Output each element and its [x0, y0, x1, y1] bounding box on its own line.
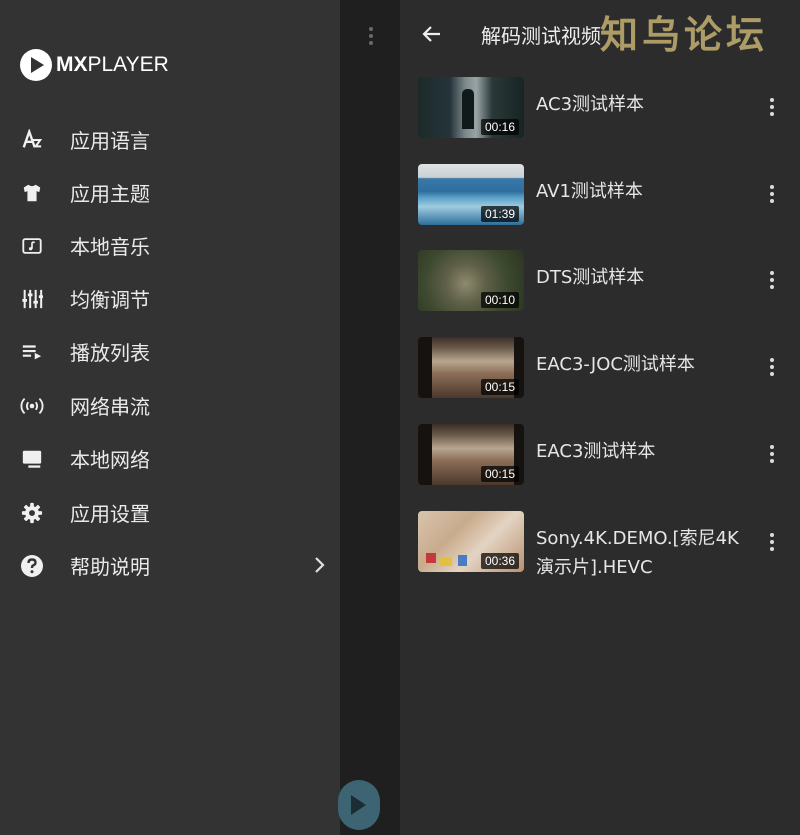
broadcast-icon: [20, 394, 44, 418]
menu-item-label: 本地网络: [70, 448, 150, 472]
menu-item-playlist[interactable]: 播放列表: [0, 325, 340, 378]
menu-item-label: 应用语言: [70, 129, 150, 153]
more-options-icon[interactable]: [769, 98, 775, 116]
video-duration: 00:16: [480, 119, 519, 135]
equalizer-icon: [20, 287, 44, 311]
video-title: Sony.4K.DEMO.[索尼4K演示片].HEVC: [536, 528, 739, 578]
video-thumbnail: 00:15: [418, 337, 524, 398]
background-app-edge: [340, 0, 400, 835]
video-title: EAC3-JOC测试样本: [536, 354, 695, 375]
more-options-icon[interactable]: [769, 533, 775, 551]
menu-item-label: 本地音乐: [70, 235, 150, 259]
page-title: 解码测试视频: [481, 24, 601, 48]
menu-item-label: 应用主题: [70, 182, 150, 206]
video-item[interactable]: 00:15 EAC3-JOC测试样本: [418, 337, 800, 401]
video-item[interactable]: 00:10 DTS测试样本: [418, 250, 800, 314]
video-thumbnail: 00:16: [418, 77, 524, 138]
play-logo-icon: [20, 49, 52, 81]
menu-item-label: 播放列表: [70, 341, 150, 365]
gear-icon: [20, 501, 44, 525]
menu-item-equalizer[interactable]: 均衡调节: [0, 272, 340, 325]
language-icon: [20, 128, 44, 152]
video-duration: 00:15: [480, 466, 519, 482]
video-thumbnail: 00:10: [418, 250, 524, 311]
menu-item-settings[interactable]: 应用设置: [0, 486, 340, 539]
watermark: 知乌论坛: [600, 12, 769, 57]
video-item[interactable]: 01:39 AV1测试样本: [418, 164, 800, 228]
video-item[interactable]: 00:16 AC3测试样本: [418, 77, 800, 141]
menu-item-label: 网络串流: [70, 395, 150, 419]
video-item[interactable]: 00:15 EAC3测试样本: [418, 424, 800, 488]
brand-name: MXPLAYER: [56, 53, 169, 76]
video-title: DTS测试样本: [536, 267, 645, 288]
video-duration: 00:36: [480, 553, 519, 569]
music-folder-icon: [20, 234, 44, 258]
more-options-icon[interactable]: [769, 445, 775, 463]
chevron-right-icon: [312, 555, 326, 579]
video-title: AV1测试样本: [536, 181, 643, 202]
menu-item-app-language[interactable]: 应用语言: [0, 113, 340, 166]
menu-item-local-music[interactable]: 本地音乐: [0, 219, 340, 272]
more-options-icon[interactable]: [769, 185, 775, 203]
video-duration: 00:15: [480, 379, 519, 395]
menu-item-label: 均衡调节: [70, 288, 150, 312]
menu-item-label: 帮助说明: [70, 555, 150, 579]
more-options-icon[interactable]: [769, 271, 775, 289]
computer-icon: [20, 447, 44, 471]
navigation-drawer: MXPLAYER 应用语言 应用主题 本地音乐 均衡调节 播放列表 网络串流 本…: [0, 0, 340, 835]
video-thumbnail: 00:15: [418, 424, 524, 485]
more-options-icon[interactable]: [769, 358, 775, 376]
menu-item-help[interactable]: 帮助说明: [0, 539, 340, 592]
back-arrow-icon[interactable]: [420, 22, 444, 46]
video-list-panel: 解码测试视频 知乌论坛 00:16 AC3测试样本 01:39 AV1测试样本 …: [400, 0, 800, 835]
video-duration: 00:10: [480, 292, 519, 308]
playlist-icon: [20, 340, 44, 364]
menu-item-label: 应用设置: [70, 502, 150, 526]
menu-item-network-stream[interactable]: 网络串流: [0, 379, 340, 432]
video-item[interactable]: 00:36 Sony.4K.DEMO.[索尼4K演示片].HEVC: [418, 511, 800, 601]
overflow-menu-icon[interactable]: [368, 26, 374, 50]
menu-item-app-theme[interactable]: 应用主题: [0, 166, 340, 219]
help-icon: [20, 554, 44, 578]
play-fab-button[interactable]: [338, 780, 380, 830]
tshirt-icon: [20, 181, 44, 205]
menu-item-local-network[interactable]: 本地网络: [0, 432, 340, 485]
video-thumbnail: 00:36: [418, 511, 524, 572]
video-title: EAC3测试样本: [536, 441, 656, 462]
mx-player-logo: MXPLAYER: [20, 48, 169, 82]
video-duration: 01:39: [480, 206, 519, 222]
video-title: AC3测试样本: [536, 94, 645, 115]
video-thumbnail: 01:39: [418, 164, 524, 225]
